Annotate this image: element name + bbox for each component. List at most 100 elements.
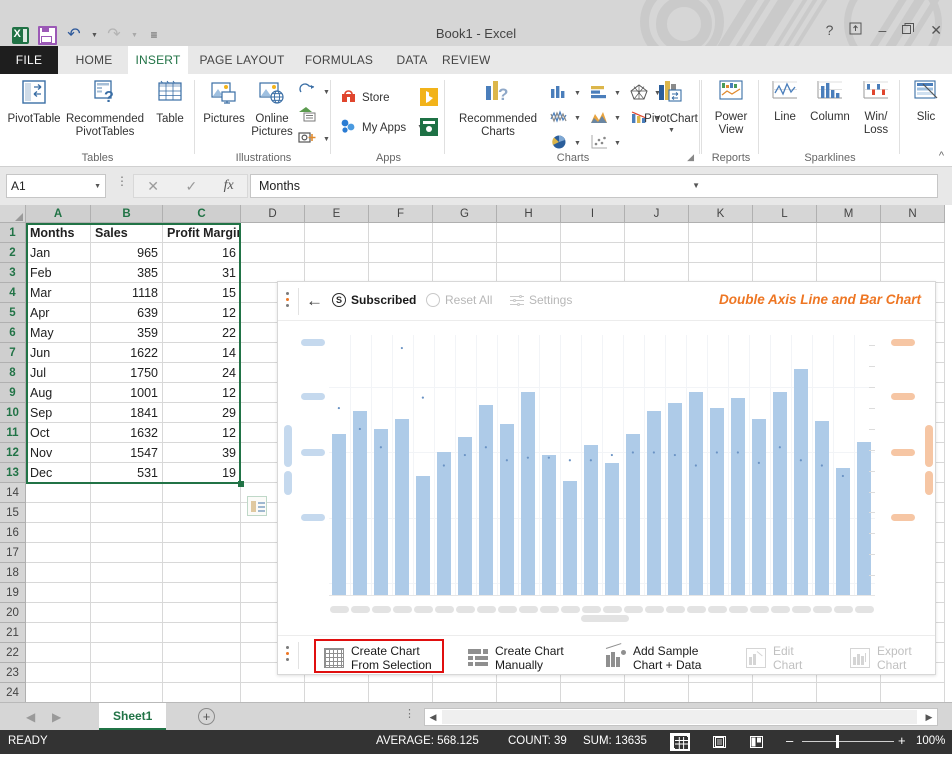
grid-cell[interactable] <box>817 263 881 283</box>
data-cell-sales[interactable]: 1750 <box>91 363 163 383</box>
grid-cell[interactable] <box>91 623 163 643</box>
row-header-13[interactable]: 13 <box>0 463 26 483</box>
column-header-k[interactable]: K <box>689 205 753 223</box>
grid-cell[interactable] <box>163 523 241 543</box>
addin-header-handle[interactable] <box>286 292 290 310</box>
grid-cell[interactable] <box>497 683 561 702</box>
name-box-dropdown-icon[interactable]: ▼ <box>94 183 101 190</box>
next-sheet-icon[interactable]: ▶ <box>52 710 61 724</box>
grid-cell[interactable] <box>163 683 241 702</box>
grid-cell[interactable] <box>433 243 497 263</box>
chart-preview[interactable] <box>279 321 935 636</box>
tab-data[interactable]: DATA <box>386 46 438 74</box>
expand-formula-bar-icon[interactable]: ▼ <box>692 181 700 190</box>
grid-cell[interactable] <box>163 603 241 623</box>
store-button[interactable]: Store <box>340 88 390 107</box>
quick-analysis-icon[interactable] <box>247 496 267 516</box>
collapse-ribbon-icon[interactable]: ^ <box>939 150 944 162</box>
row-header-7[interactable]: 7 <box>0 343 26 363</box>
grid-cell[interactable] <box>561 683 625 702</box>
pictures-button[interactable]: Pictures <box>198 78 250 126</box>
grid-cell[interactable] <box>625 263 689 283</box>
data-cell-margin[interactable]: 12 <box>163 383 241 403</box>
grid-cell[interactable] <box>91 683 163 702</box>
grid-cell[interactable] <box>817 243 881 263</box>
formula-input[interactable]: Months <box>250 174 938 198</box>
column-header-i[interactable]: I <box>561 205 625 223</box>
zoom-level-label[interactable]: 100% <box>916 735 945 747</box>
bar-chart-button[interactable]: ▼ <box>590 84 621 102</box>
insert-function-icon[interactable]: fx <box>224 178 234 194</box>
grid-cell[interactable] <box>753 223 817 243</box>
grid-cell[interactable] <box>91 563 163 583</box>
grid-cell[interactable] <box>163 643 241 663</box>
data-cell-sales[interactable]: 1001 <box>91 383 163 403</box>
data-cell-month[interactable]: Nov <box>26 443 91 463</box>
grid-cell[interactable] <box>625 223 689 243</box>
status-sum[interactable]: SUM: 13635 <box>583 735 647 747</box>
grid-cell[interactable] <box>26 663 91 683</box>
grid-cell[interactable] <box>881 263 945 283</box>
grid-cell[interactable] <box>91 663 163 683</box>
grid-cell[interactable] <box>26 523 91 543</box>
grid-cell[interactable] <box>26 683 91 702</box>
grid-cell[interactable] <box>163 663 241 683</box>
page-break-view-button[interactable] <box>746 733 766 751</box>
line-chart-button[interactable]: ▼ <box>550 109 581 127</box>
grid-cell[interactable] <box>497 223 561 243</box>
data-cell-margin[interactable]: 15 <box>163 283 241 303</box>
column-header-d[interactable]: D <box>241 205 305 223</box>
create-chart-manually-button[interactable]: Create Chart Manually <box>468 644 564 672</box>
grid-cell[interactable] <box>26 563 91 583</box>
sparkline-column-button[interactable]: Column <box>806 78 854 124</box>
data-cell-month[interactable]: Mar <box>26 283 91 303</box>
zoom-in-icon[interactable]: + <box>898 734 906 747</box>
add-sheet-icon[interactable]: + <box>198 708 215 725</box>
area-chart-button[interactable]: ▼ <box>590 109 621 127</box>
zoom-slider-track[interactable] <box>802 741 894 742</box>
grid-cell[interactable] <box>369 223 433 243</box>
column-header-h[interactable]: H <box>497 205 561 223</box>
addin-footer-toolbar[interactable]: Create Chart From Selection Create Chart… <box>278 635 935 674</box>
scroll-right-icon[interactable]: ▶ <box>921 709 937 725</box>
chart-addin-panel[interactable]: ← S Subscribed Reset All Settings Double… <box>277 281 936 675</box>
sheet-tabs-overflow-handle[interactable]: ⋮ <box>404 709 415 720</box>
grid-cell[interactable] <box>817 223 881 243</box>
grid-cell[interactable] <box>433 683 497 702</box>
grid-cell[interactable] <box>305 243 369 263</box>
row-header-4[interactable]: 4 <box>0 283 26 303</box>
status-count[interactable]: COUNT: 39 <box>508 735 567 747</box>
smartart-button[interactable] <box>298 106 317 126</box>
tab-review[interactable]: REVIEW <box>442 46 490 74</box>
grid-cell[interactable] <box>625 243 689 263</box>
grid-cell[interactable] <box>26 483 91 503</box>
row-header-16[interactable]: 16 <box>0 523 26 543</box>
row-header-22[interactable]: 22 <box>0 643 26 663</box>
ribbon-display-options-icon[interactable] <box>849 22 862 37</box>
cancel-icon[interactable]: ✕ <box>147 178 159 195</box>
scatter-chart-button[interactable]: ▼ <box>590 134 621 153</box>
help-icon[interactable]: ? <box>826 23 834 37</box>
grid-cell[interactable] <box>305 263 369 283</box>
row-header-17[interactable]: 17 <box>0 543 26 563</box>
row-header-23[interactable]: 23 <box>0 663 26 683</box>
data-cell-sales[interactable]: 1118 <box>91 283 163 303</box>
formula-bar-handle[interactable]: ⋮ <box>116 175 128 187</box>
grid-cell[interactable] <box>369 263 433 283</box>
grid-cell[interactable] <box>26 543 91 563</box>
sheet-tab-bar[interactable]: ◀ ▶ Sheet1 + ⋮ ◀ ▶ <box>0 702 952 730</box>
add-sample-chart-data-button[interactable]: Add Sample Chart + Data <box>605 643 701 672</box>
pie-chart-button[interactable]: ▼ <box>550 134 581 153</box>
tab-file[interactable]: FILE <box>0 46 58 74</box>
column-header-e[interactable]: E <box>305 205 369 223</box>
data-cell-month[interactable]: May <box>26 323 91 343</box>
prev-sheet-icon[interactable]: ◀ <box>26 710 35 724</box>
data-cell-sales[interactable]: 965 <box>91 243 163 263</box>
column-header-c[interactable]: C <box>163 205 241 223</box>
table-button[interactable]: Table <box>150 78 190 126</box>
window-buttons[interactable]: ? – ✕ <box>826 22 942 37</box>
row-header-14[interactable]: 14 <box>0 483 26 503</box>
grid-cell[interactable] <box>369 243 433 263</box>
grid-cell[interactable] <box>26 603 91 623</box>
grid-cell[interactable] <box>163 503 241 523</box>
